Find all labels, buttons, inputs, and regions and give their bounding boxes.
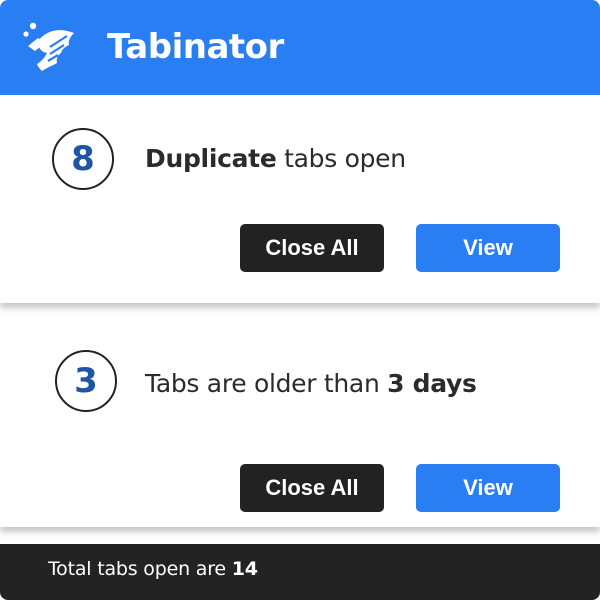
duplicate-tabs-card: 8 Duplicate tabs open Close All View bbox=[0, 95, 600, 303]
close-all-old-tabs-button[interactable]: Close All bbox=[240, 464, 384, 512]
duplicate-count-badge: 8 bbox=[52, 128, 114, 190]
duplicate-label-rest: tabs open bbox=[276, 144, 406, 173]
old-tabs-count-badge: 3 bbox=[55, 350, 117, 412]
tabinator-popup: Tabinator 8 Duplicate tabs open Close Al… bbox=[0, 0, 600, 600]
duplicate-tabs-text: Duplicate tabs open bbox=[145, 144, 406, 173]
close-all-duplicates-button[interactable]: Close All bbox=[240, 224, 384, 272]
old-tabs-label-prefix: Tabs are older than bbox=[145, 369, 388, 398]
old-tabs-label-bold: 3 days bbox=[387, 369, 477, 398]
view-duplicates-button[interactable]: View bbox=[416, 224, 560, 272]
view-old-tabs-button[interactable]: View bbox=[416, 464, 560, 512]
footer: Total tabs open are 14 bbox=[0, 544, 600, 600]
total-tabs-count: 14 bbox=[231, 558, 258, 580]
app-title: Tabinator bbox=[107, 27, 284, 67]
old-tabs-card: 3 Tabs are older than 3 days Close All V… bbox=[0, 312, 600, 527]
duplicate-label-bold: Duplicate bbox=[145, 144, 277, 173]
total-tabs-text: Total tabs open are 14 bbox=[48, 558, 258, 580]
total-tabs-label: Total tabs open are bbox=[48, 558, 232, 580]
header: Tabinator bbox=[0, 0, 600, 95]
broom-icon bbox=[20, 17, 76, 75]
old-tabs-text: Tabs are older than 3 days bbox=[145, 369, 477, 398]
